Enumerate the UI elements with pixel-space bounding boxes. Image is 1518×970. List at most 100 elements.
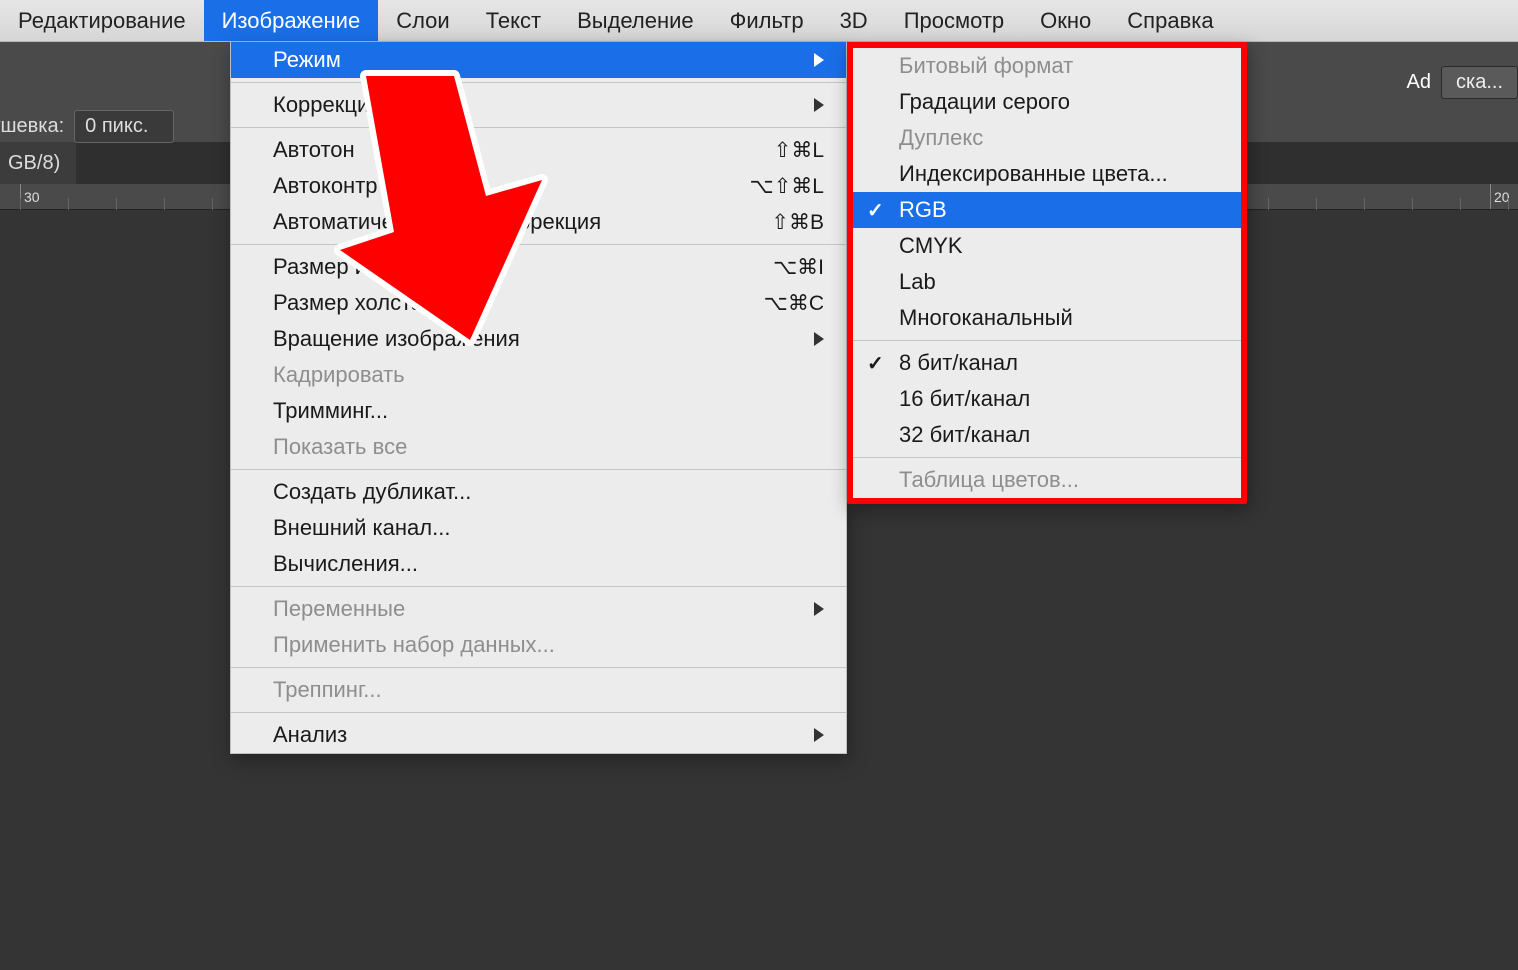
image-menu-item-label: Переменные: [273, 596, 804, 622]
document-tab-label: GB/8): [8, 152, 60, 175]
image-menu-separator: [231, 586, 846, 587]
menubar-item-3[interactable]: Текст: [468, 0, 559, 41]
mode-submenu-item[interactable]: Многоканальный: [853, 300, 1241, 336]
image-menu-separator: [231, 244, 846, 245]
checkmark-icon: ✓: [867, 198, 884, 223]
image-menu-separator: [231, 712, 846, 713]
menubar-item-9[interactable]: Справка: [1109, 0, 1231, 41]
mode-submenu-item-label: Таблица цветов...: [899, 467, 1219, 493]
submenu-arrow-icon: [814, 728, 824, 742]
image-menu-item[interactable]: Внешний канал...: [231, 510, 846, 546]
checkmark-icon: ✓: [867, 351, 884, 376]
menubar: РедактированиеИзображениеСлоиТекстВыделе…: [0, 0, 1518, 42]
image-menu-item[interactable]: Размер изобра ..⌥⌘I: [231, 249, 846, 285]
ruler-subtick: [1316, 198, 1317, 210]
menubar-item-8[interactable]: Окно: [1022, 0, 1109, 41]
mode-submenu-item[interactable]: Индексированные цвета...: [853, 156, 1241, 192]
ruler-subtick: [1364, 198, 1365, 210]
menubar-item-7[interactable]: Просмотр: [886, 0, 1022, 41]
mode-submenu-item[interactable]: Lab: [853, 264, 1241, 300]
options-right-button[interactable]: ска...: [1441, 66, 1518, 99]
ruler-subtick: [116, 198, 117, 210]
submenu-arrow-icon: [814, 332, 824, 346]
image-menu-item-label: Размер холста...: [273, 290, 764, 316]
ruler-tick: 30: [20, 184, 40, 209]
image-menu-item-label: Автотон: [273, 137, 774, 163]
mode-submenu-item: Таблица цветов...: [853, 462, 1241, 498]
image-menu-item[interactable]: Режим: [231, 42, 846, 78]
mode-submenu-item-label: 16 бит/канал: [899, 386, 1219, 412]
image-menu-item-label: Вычисления...: [273, 551, 824, 577]
image-menu-item-shortcut: ⌥⇧⌘L: [750, 174, 824, 199]
image-menu-item-shortcut: ⇧⌘L: [774, 138, 824, 163]
image-menu-item-label: Режим: [273, 47, 804, 73]
image-menu-item[interactable]: Вращение изображения: [231, 321, 846, 357]
mode-submenu-item[interactable]: ✓ 8 бит/канал: [853, 345, 1241, 381]
image-menu-item-label: Коррекци: [273, 92, 804, 118]
image-menu-item-label: Автоконтр: [273, 173, 750, 199]
menubar-item-5[interactable]: Фильтр: [712, 0, 822, 41]
image-menu-item[interactable]: Автоматическ етовая коррекция⇧⌘B: [231, 204, 846, 240]
image-menu-item-label: Кадрировать: [273, 362, 824, 388]
image-menu-item-shortcut: ⌥⌘C: [764, 291, 824, 316]
menubar-item-4[interactable]: Выделение: [559, 0, 712, 41]
options-right-label: Ad: [1407, 71, 1431, 94]
image-menu-item[interactable]: Автоконтр⌥⇧⌘L: [231, 168, 846, 204]
image-menu-item: Показать все: [231, 429, 846, 465]
image-menu-item-label: Внешний канал...: [273, 515, 824, 541]
mode-submenu-item[interactable]: Градации серого: [853, 84, 1241, 120]
mode-submenu-item[interactable]: 16 бит/канал: [853, 381, 1241, 417]
image-menu-item: Применить набор данных...: [231, 627, 846, 663]
ruler-subtick: [68, 198, 69, 210]
mode-submenu-item-label: Дуплекс: [899, 125, 1219, 151]
mode-submenu-item-label: Градации серого: [899, 89, 1219, 115]
document-tab[interactable]: GB/8): [0, 142, 76, 184]
image-menu-item[interactable]: Коррекци: [231, 87, 846, 123]
image-menu-separator: [231, 469, 846, 470]
menubar-item-0[interactable]: Редактирование: [0, 0, 204, 41]
image-menu-item-label: Автоматическ етовая коррекция: [273, 209, 771, 235]
menubar-item-2[interactable]: Слои: [378, 0, 468, 41]
image-menu-separator: [231, 127, 846, 128]
submenu-arrow-icon: [814, 53, 824, 67]
mode-submenu-item: Битовый формат: [853, 48, 1241, 84]
image-menu-separator: [231, 667, 846, 668]
mode-submenu-item[interactable]: ✓ RGB: [853, 192, 1241, 228]
menubar-item-6[interactable]: 3D: [822, 0, 886, 41]
image-menu-separator: [231, 82, 846, 83]
submenu-arrow-icon: [814, 602, 824, 616]
image-menu-item[interactable]: Автотон⇧⌘L: [231, 132, 846, 168]
image-menu-item-label: Вращение изображения: [273, 326, 804, 352]
image-menu-item-label: Показать все: [273, 434, 824, 460]
menubar-item-1[interactable]: Изображение: [204, 0, 379, 41]
ruler-subtick: [164, 198, 165, 210]
feather-group: астушевка: 0 пикс.: [0, 110, 174, 143]
ruler-subtick: [212, 198, 213, 210]
mode-submenu-item-label: RGB: [899, 197, 1219, 223]
mode-submenu-item-label: CMYK: [899, 233, 1219, 259]
image-menu-item-label: Создать дубликат...: [273, 479, 824, 505]
image-menu-item-label: Применить набор данных...: [273, 632, 824, 658]
mode-submenu-item-label: Битовый формат: [899, 53, 1219, 79]
image-menu-item-label: Тримминг...: [273, 398, 824, 424]
image-menu-item-label: Размер изобра ..: [273, 254, 773, 280]
image-menu-item[interactable]: Анализ: [231, 717, 846, 753]
image-menu-item[interactable]: Создать дубликат...: [231, 474, 846, 510]
feather-label: астушевка:: [0, 115, 64, 138]
image-menu-item: Треппинг...: [231, 672, 846, 708]
image-menu-item[interactable]: Тримминг...: [231, 393, 846, 429]
mode-submenu-item-label: 8 бит/канал: [899, 350, 1219, 376]
ruler-subtick: [1268, 198, 1269, 210]
ruler-tick: 20: [1490, 184, 1510, 209]
feather-input[interactable]: 0 пикс.: [74, 110, 174, 143]
mode-submenu: Битовый формат Градации серого Дуплекс Инде…: [847, 42, 1247, 504]
image-menu-item[interactable]: Размер холста...⌥⌘C: [231, 285, 846, 321]
ruler-subtick: [1460, 198, 1461, 210]
image-menu-item[interactable]: Вычисления...: [231, 546, 846, 582]
mode-submenu-item[interactable]: 32 бит/канал: [853, 417, 1241, 453]
mode-submenu-item-label: Lab: [899, 269, 1219, 295]
options-right: Ad ска...: [1407, 66, 1518, 99]
mode-submenu-item[interactable]: CMYK: [853, 228, 1241, 264]
mode-submenu-item: Дуплекс: [853, 120, 1241, 156]
image-menu-item-shortcut: ⇧⌘B: [771, 210, 824, 235]
